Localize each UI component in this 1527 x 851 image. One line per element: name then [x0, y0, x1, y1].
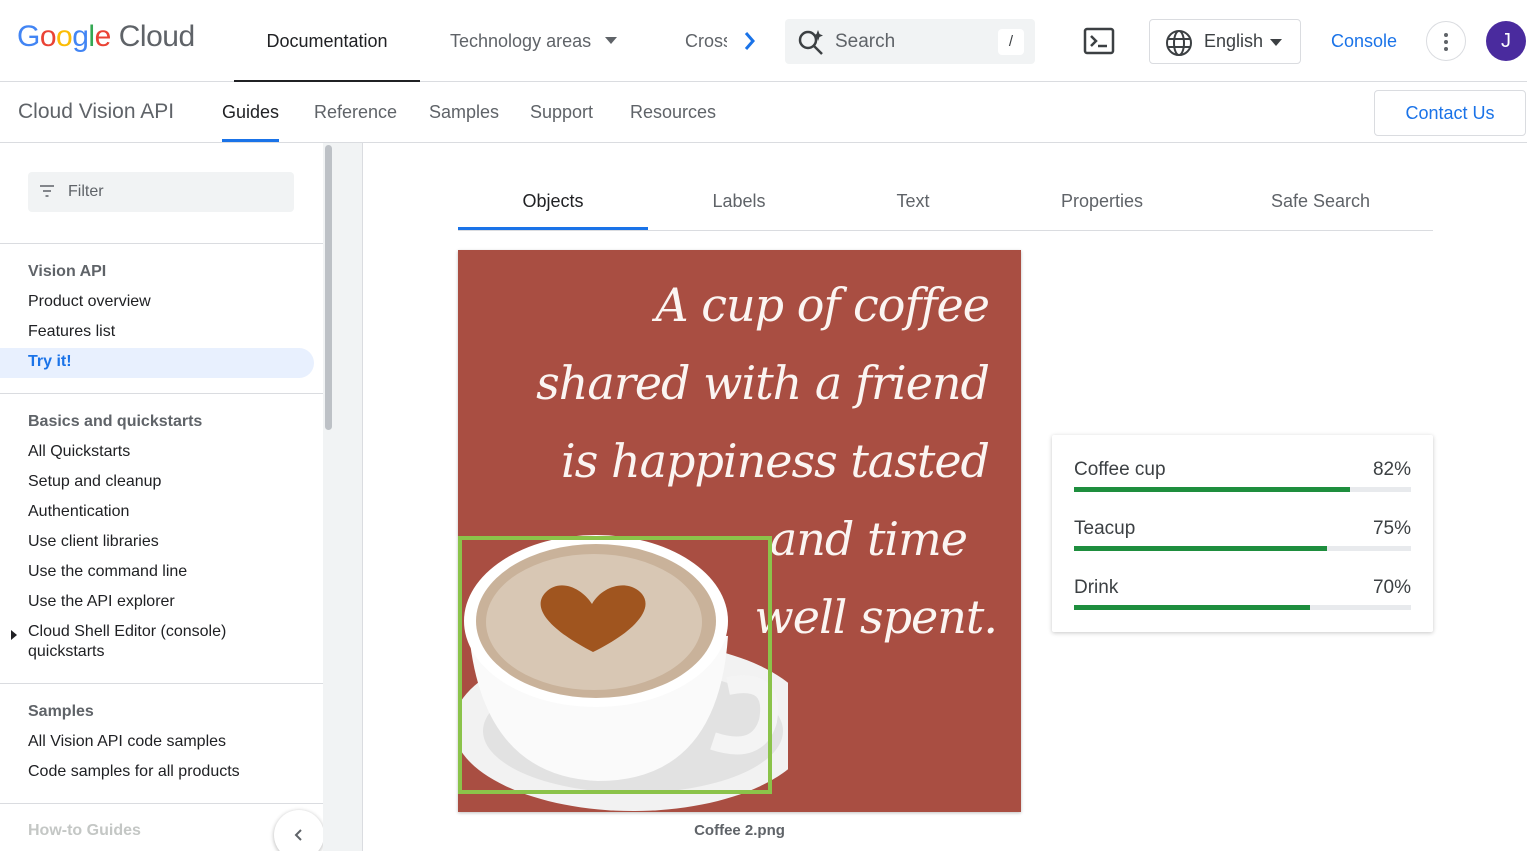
more-options-button[interactable]	[1426, 21, 1466, 61]
image-quote-line: is happiness tasted	[561, 434, 990, 488]
search-spark-icon	[798, 30, 823, 55]
image-quote-line: shared with a friend	[536, 356, 990, 410]
sidebar-scrollbar-thumb[interactable]	[325, 145, 332, 430]
result-bar-fill	[1074, 605, 1310, 610]
nav-divider	[0, 243, 323, 244]
tab-support[interactable]: Support	[530, 82, 593, 142]
result-row[interactable]: Teacup 75%	[1074, 518, 1411, 558]
tab-safe-search[interactable]: Safe Search	[1253, 175, 1388, 230]
left-sidebar: Vision API Product overview Features lis…	[0, 143, 335, 851]
nav-divider	[0, 803, 323, 804]
object-results-card: Coffee cup 82% Teacup 75% Drink 70%	[1052, 435, 1433, 632]
chevron-left-icon	[294, 829, 302, 841]
more-vert-icon	[1427, 22, 1465, 51]
cloud-shell-terminal-icon[interactable]	[1083, 27, 1115, 55]
nav-divider	[0, 393, 323, 394]
nav-documentation[interactable]: Documentation	[234, 0, 420, 82]
nav-heading-basics: Basics and quickstarts	[28, 413, 203, 430]
nav-divider	[0, 683, 323, 684]
sidebar-item-all-quickstarts[interactable]: All Quickstarts	[28, 442, 130, 462]
image-quote-line: A cup of coffee	[655, 278, 990, 332]
sidebar-item-api-explorer[interactable]: Use the API explorer	[28, 592, 175, 612]
language-selector[interactable]: English	[1149, 19, 1301, 64]
sidebar-item-code-samples-all-products[interactable]: Code samples for all products	[28, 762, 240, 782]
analyzed-image: A cup of coffee shared with a friend is …	[458, 250, 1021, 812]
result-bar-track	[1074, 487, 1411, 492]
nav-heading-vision-api: Vision API	[28, 263, 107, 280]
result-bar-fill	[1074, 487, 1351, 492]
chevron-right-icon[interactable]	[738, 28, 762, 54]
account-avatar[interactable]: J	[1486, 21, 1526, 61]
tab-resources[interactable]: Resources	[630, 82, 716, 142]
tab-guides[interactable]: Guides	[222, 82, 280, 142]
nav-cross-product[interactable]: Cross	[685, 0, 727, 82]
caret-down-icon	[1270, 39, 1282, 46]
demo-tabs: Objects Labels Text Properties Safe Sear…	[458, 175, 1433, 231]
sidebar-item-command-line[interactable]: Use the command line	[28, 562, 187, 582]
logo-cloud-text: Cloud	[118, 20, 195, 53]
tab-samples[interactable]: Samples	[429, 82, 499, 142]
top-header: Google Cloud Documentation Technology are…	[0, 0, 1527, 82]
result-score: 82%	[1372, 459, 1411, 480]
tab-objects[interactable]: Objects	[458, 175, 648, 230]
image-quote-line: well spent.	[754, 590, 998, 644]
filter-box[interactable]	[28, 172, 294, 212]
tab-properties[interactable]: Properties	[1028, 175, 1176, 230]
sidebar-item-all-code-samples[interactable]: All Vision API code samples	[28, 732, 226, 752]
nav-technology-areas-label: Technology areas	[450, 31, 592, 51]
contact-us-button[interactable]: Contact Us	[1374, 90, 1526, 136]
content-gutter	[335, 143, 363, 851]
expand-arrow-icon[interactable]	[11, 630, 17, 640]
sidebar-item-authentication[interactable]: Authentication	[28, 502, 129, 522]
filter-input[interactable]	[68, 172, 268, 212]
sidebar-item-features-list[interactable]: Features list	[28, 322, 115, 342]
sidebar-item-product-overview[interactable]: Product overview	[28, 292, 151, 312]
result-bar-track	[1074, 546, 1411, 551]
sidebar-item-try-it[interactable]: Try it!	[28, 352, 72, 372]
tab-text[interactable]: Text	[853, 175, 973, 230]
filter-icon	[40, 185, 54, 197]
image-filename: Coffee 2.png	[694, 822, 785, 839]
object-bounding-box	[458, 536, 772, 794]
search-input[interactable]	[835, 19, 985, 64]
google-cloud-logo[interactable]: Google Cloud	[17, 20, 195, 54]
result-row[interactable]: Drink 70%	[1074, 577, 1411, 617]
search-box[interactable]: /	[785, 19, 1035, 64]
console-link[interactable]: Console	[1331, 0, 1397, 82]
sidebar-item-client-libraries[interactable]: Use client libraries	[28, 532, 159, 552]
image-quote-line: and time	[769, 512, 968, 566]
result-name: Coffee cup	[1074, 459, 1166, 480]
product-title[interactable]: Cloud Vision API	[18, 82, 174, 142]
nav-heading-how-to-guides: How-to Guides	[28, 822, 141, 839]
result-row[interactable]: Coffee cup 82%	[1074, 459, 1411, 499]
sidebar-item-setup-cleanup[interactable]: Setup and cleanup	[28, 472, 161, 492]
caret-down-icon	[605, 37, 618, 44]
sidebar-item-cloud-shell-editor[interactable]: Cloud Shell Editor (console) quickstarts	[28, 622, 258, 662]
tab-reference[interactable]: Reference	[314, 82, 397, 142]
tab-labels[interactable]: Labels	[673, 175, 805, 230]
product-header: Cloud Vision API Guides Reference Sample…	[0, 82, 1527, 143]
nav-heading-samples: Samples	[28, 703, 94, 720]
result-bar-track	[1074, 605, 1411, 610]
result-score: 70%	[1372, 577, 1411, 598]
result-name: Teacup	[1074, 518, 1136, 539]
language-label: English	[1204, 31, 1264, 51]
nav-technology-areas[interactable]: Technology areas	[450, 0, 618, 82]
result-name: Drink	[1074, 577, 1119, 598]
globe-icon	[1166, 30, 1192, 56]
result-score: 75%	[1372, 518, 1411, 539]
result-bar-fill	[1074, 546, 1327, 551]
collapse-sidebar-button[interactable]	[274, 810, 324, 851]
search-shortcut-key: /	[998, 29, 1024, 55]
